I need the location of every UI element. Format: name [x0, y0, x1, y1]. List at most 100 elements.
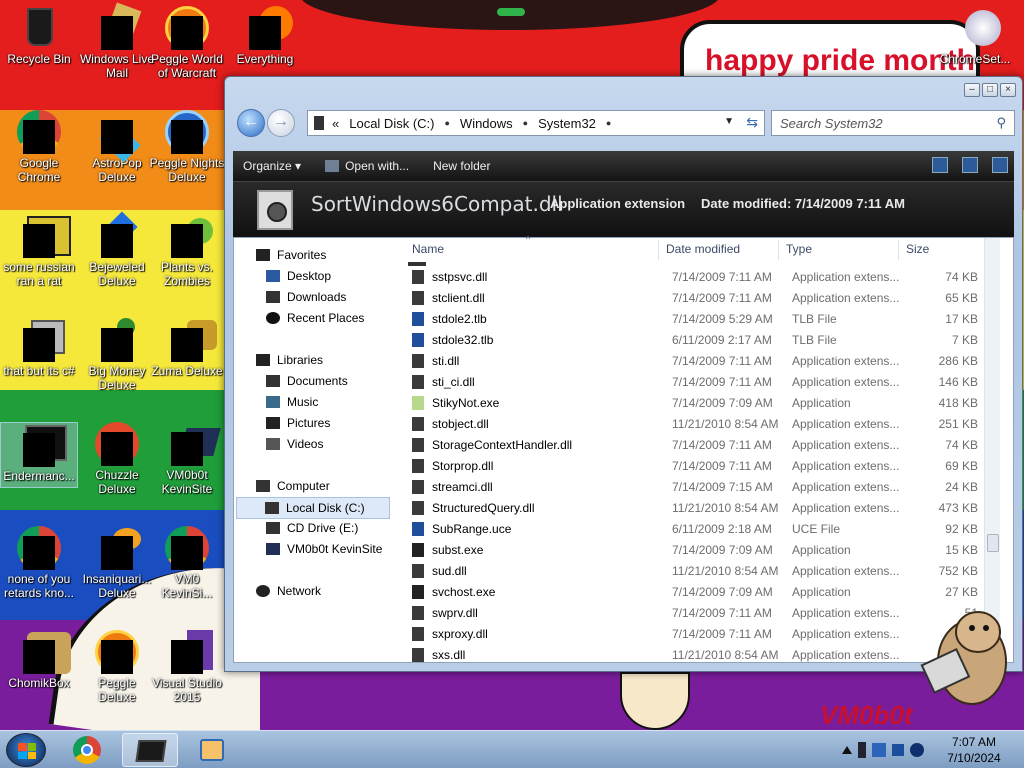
column-divider[interactable] — [898, 240, 899, 260]
maximize-button[interactable]: □ — [982, 83, 998, 97]
breadcrumb-windows[interactable]: Windows — [460, 116, 513, 131]
desktop-icon-some-russian[interactable]: some russian ran a rat — [0, 214, 78, 288]
table-row[interactable]: streamci.dll 7/14/2009 7:15 AM Application… — [404, 476, 1000, 497]
desktop-icon-recycle-bin[interactable]: Recycle Bin — [0, 6, 78, 66]
file-thumbnail-icon — [257, 190, 293, 230]
preview-pane-icon[interactable] — [962, 157, 978, 173]
nav-favorites[interactable]: Favorites — [256, 248, 326, 262]
breadcrumb-system32[interactable]: System32 — [538, 116, 596, 131]
clock[interactable]: 7:07 AM 7/10/2024 — [932, 734, 1016, 766]
forward-button[interactable]: → — [267, 109, 295, 137]
table-row[interactable]: svchost.exe 7/14/2009 7:09 AM Application 2… — [404, 581, 1000, 602]
file-date: 7/14/2009 7:09 AM — [672, 585, 773, 599]
table-row[interactable]: StorageContextHandler.dll 7/14/2009 7:11 … — [404, 434, 1000, 455]
nav-recent-places[interactable]: Recent Places — [266, 311, 364, 325]
help-icon[interactable] — [992, 157, 1008, 173]
column-type[interactable]: Type — [786, 242, 812, 256]
nav-downloads[interactable]: Downloads — [266, 290, 346, 304]
column-date[interactable]: Date modified — [666, 242, 740, 256]
open-with-button[interactable]: Open with... — [315, 159, 423, 173]
table-row[interactable]: sxproxy.dll 7/14/2009 7:11 AM Application … — [404, 623, 1000, 644]
column-divider[interactable] — [778, 240, 779, 260]
desktop-icon-astropop[interactable]: AstroPop Deluxe — [78, 110, 156, 184]
volume-icon[interactable] — [910, 743, 924, 757]
taskbar-chrome-button[interactable] — [60, 733, 116, 767]
table-row[interactable]: Storprop.dll 7/14/2009 7:11 AM Application… — [404, 455, 1000, 476]
table-row[interactable]: stdole2.tlb 7/14/2009 5:29 AM TLB File 17 K… — [404, 308, 1000, 329]
breadcrumb-separator-icon[interactable]: ● — [606, 118, 611, 128]
desktop-icon-chuzzle[interactable]: Chuzzle Deluxe — [78, 422, 156, 496]
desktop-icon-peggle-nights[interactable]: Peggle Nights Deluxe — [148, 110, 226, 184]
column-size[interactable]: Size — [906, 242, 929, 256]
desktop-icon-chomikbox[interactable]: ChomikBox — [0, 630, 78, 690]
start-button[interactable] — [6, 733, 46, 767]
back-button[interactable]: ← — [237, 109, 265, 137]
desktop-icon-big-money[interactable]: Big Money Deluxe — [78, 318, 156, 392]
show-hidden-icons-icon[interactable] — [842, 746, 852, 754]
desktop-icon-peggle-world[interactable]: Peggle World of Warcraft — [148, 6, 226, 80]
table-row[interactable]: sti_ci.dll 7/14/2009 7:11 AM Application e… — [404, 371, 1000, 392]
table-row[interactable]: StructuredQuery.dll 11/21/2010 8:54 AM App… — [404, 497, 1000, 518]
desktop-icon-windows-live-mail[interactable]: Windows Live Mail — [78, 2, 156, 80]
taskbar-explorer-button[interactable] — [122, 733, 178, 767]
breadcrumb-separator-icon[interactable]: ● — [444, 118, 449, 128]
desktop-icon-visual-studio[interactable]: Visual Studio 2015 — [148, 630, 226, 704]
address-history-dropdown-icon[interactable]: ▼ — [724, 116, 734, 127]
table-row[interactable]: StikyNot.exe 7/14/2009 7:09 AM Application… — [404, 392, 1000, 413]
breadcrumb-overflow[interactable]: « — [332, 116, 339, 131]
minimize-button[interactable]: – — [964, 83, 980, 97]
table-row[interactable]: stobject.dll 11/21/2010 8:54 AM Applicatio… — [404, 413, 1000, 434]
column-divider[interactable] — [658, 240, 659, 260]
nav-cd-drive[interactable]: CD Drive (E:) — [266, 521, 358, 535]
vertical-scrollbar[interactable] — [984, 238, 1000, 662]
table-row[interactable]: sud.dll 11/21/2010 8:54 AM Application ext… — [404, 560, 1000, 581]
table-row[interactable]: stclient.dll 7/14/2009 7:11 AM Application… — [404, 287, 1000, 308]
organize-button[interactable]: Organize ▾ — [233, 159, 315, 173]
column-name[interactable]: Name — [412, 242, 444, 256]
nav-libraries[interactable]: Libraries — [256, 353, 323, 367]
taskbar-media-player-button[interactable] — [184, 733, 240, 767]
table-row[interactable]: swprv.dll 7/14/2009 7:11 AM Application ex… — [404, 602, 1000, 623]
desktop-icon-google-chrome[interactable]: Google Chrome — [0, 110, 78, 184]
nav-local-disk[interactable]: Local Disk (C:) — [236, 497, 390, 519]
desktop-icon-zuma[interactable]: Zuma Deluxe — [148, 318, 226, 378]
table-row[interactable]: sti.dll 7/14/2009 7:11 AM Application exte… — [404, 350, 1000, 371]
address-bar[interactable]: « Local Disk (C:) ● Windows ● System32 ●… — [307, 110, 765, 136]
search-input[interactable]: Search System32 ⚲ — [771, 110, 1015, 136]
desktop-icon-chromeset[interactable]: ChromeSet... — [936, 6, 1014, 66]
desktop-icon-insaniquarium[interactable]: Insaniquari... Deluxe — [78, 526, 156, 600]
bluetooth-icon[interactable] — [858, 742, 866, 758]
desktop-icon-endermanc[interactable]: Endermanc... — [0, 422, 78, 488]
nav-music[interactable]: Music — [266, 395, 318, 409]
network-icon[interactable] — [872, 743, 886, 757]
nav-network[interactable]: Network — [256, 584, 321, 598]
table-row[interactable]: stdole32.tlb 6/11/2009 2:17 AM TLB File 7 K… — [404, 329, 1000, 350]
table-row[interactable]: SubRange.uce 6/11/2009 2:18 AM UCE File 92 … — [404, 518, 1000, 539]
nav-computer[interactable]: Computer — [256, 479, 330, 493]
desktop-icon-everything[interactable]: Everything — [226, 6, 304, 66]
breadcrumb-separator-icon[interactable]: ● — [523, 118, 528, 128]
close-button[interactable]: × — [1000, 83, 1016, 97]
desktop-icon-vm0-kevinsite[interactable]: VM0 KevinSi... — [148, 526, 226, 600]
nav-vm-kevinsite[interactable]: VM0b0t KevinSite — [266, 542, 382, 556]
nav-pictures[interactable]: Pictures — [266, 416, 330, 430]
breadcrumb-local-disk[interactable]: Local Disk (C:) — [349, 116, 434, 131]
nav-desktop[interactable]: Desktop — [266, 269, 331, 283]
display-icon[interactable] — [892, 744, 904, 756]
nav-documents[interactable]: Documents — [266, 374, 348, 388]
desktop-icon-peggle-deluxe[interactable]: Peggle Deluxe — [78, 630, 156, 704]
desktop-icon-none-of-you[interactable]: none of you retards kno... — [0, 526, 78, 600]
scrollbar-thumb[interactable] — [987, 534, 999, 552]
new-folder-button[interactable]: New folder — [423, 159, 504, 173]
table-row[interactable]: subst.exe 7/14/2009 7:09 AM Application 15 … — [404, 539, 1000, 560]
change-view-icon[interactable] — [932, 157, 948, 173]
desktop-icon-vm-kevinsite[interactable]: VM0b0t KevinSite — [148, 422, 226, 496]
search-icon[interactable]: ⚲ — [996, 115, 1006, 131]
desktop-icon-plants-vs-zombies[interactable]: Plants vs. Zombies — [148, 214, 226, 288]
table-row[interactable]: sstpsvc.dll 7/14/2009 7:11 AM Application … — [404, 266, 1000, 287]
refresh-icon[interactable]: ⇆ — [746, 114, 758, 131]
desktop-icon-that-but-its-csharp[interactable]: that but its c# — [0, 318, 78, 378]
nav-videos[interactable]: Videos — [266, 437, 323, 451]
desktop-icon-bejeweled[interactable]: Bejeweled Deluxe — [78, 211, 156, 288]
table-row[interactable]: sxs.dll 11/21/2010 8:54 AM Application ext… — [404, 644, 1000, 665]
